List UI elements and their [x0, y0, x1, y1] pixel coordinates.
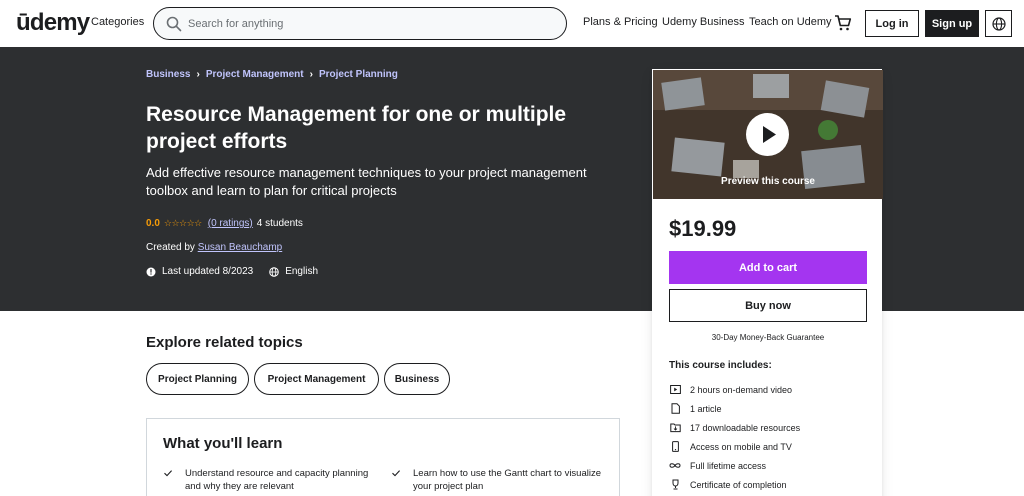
search-icon[interactable]: [166, 16, 182, 32]
rating-row: 0.0 ☆☆☆☆☆ (0 ratings) 4 students: [146, 218, 303, 229]
money-back-guarantee: 30-Day Money-Back Guarantee: [711, 333, 825, 342]
search-input[interactable]: [188, 16, 548, 32]
course-subtitle: Add effective resource management techni…: [146, 165, 587, 198]
breadcrumb-project-planning[interactable]: Project Planning: [319, 69, 398, 80]
list-item: Full lifetime access: [669, 456, 869, 475]
what-you-learn-box: What you'll learn Understand resource an…: [146, 418, 620, 496]
plans-pricing-link[interactable]: Plans & Pricing: [583, 16, 658, 28]
last-updated: Last updated 8/2023: [162, 266, 254, 277]
globe-icon: [269, 266, 279, 277]
purchase-card: Preview this course $19.99 Add to cart B…: [652, 69, 883, 496]
cart-icon[interactable]: [834, 14, 852, 32]
teach-on-udemy-link[interactable]: Teach on Udemy: [749, 16, 832, 28]
buy-now-button[interactable]: Buy now: [669, 289, 867, 322]
ratings-count-link[interactable]: (0 ratings): [208, 218, 253, 229]
what-you-learn-title: What you'll learn: [163, 435, 283, 452]
students-count: 4 students: [256, 218, 303, 229]
course-title: Resource Management for one or multiple …: [146, 103, 567, 153]
list-item: Certificate of completion: [669, 475, 869, 494]
udemy-logo[interactable]: ūdemy: [16, 9, 90, 37]
rating-value: 0.0: [146, 218, 160, 229]
play-button[interactable]: [746, 113, 789, 156]
breadcrumb-business[interactable]: Business: [146, 69, 190, 80]
explore-topics-title: Explore related topics: [146, 334, 303, 351]
created-by-label: Created by: [146, 242, 195, 253]
star-rating-icon: ☆☆☆☆☆: [163, 218, 202, 228]
alert-badge-icon: [146, 267, 156, 276]
login-button[interactable]: Log in: [865, 10, 919, 37]
topic-project-planning[interactable]: Project Planning: [146, 363, 249, 395]
course-price: $19.99: [669, 216, 737, 241]
course-language: English: [285, 266, 319, 277]
chevron-right-icon: ›: [309, 69, 313, 80]
download-icon: [669, 422, 681, 434]
language-button[interactable]: [985, 10, 1012, 37]
udemy-business-link[interactable]: Udemy Business: [662, 16, 745, 28]
chevron-right-icon: ›: [196, 69, 200, 80]
includes-title: This course includes:: [669, 360, 772, 371]
top-header: ūdemy Categories Plans & Pricing Udemy B…: [0, 0, 1024, 47]
trophy-icon: [669, 479, 681, 491]
check-icon: [392, 470, 401, 477]
topic-business[interactable]: Business: [384, 363, 450, 395]
add-to-cart-button[interactable]: Add to cart: [669, 251, 867, 284]
course-meta-row: Last updated 8/2023 English: [146, 266, 318, 277]
learn-item: Understand resource and capacity plannin…: [163, 467, 373, 493]
learn-item: Learn how to use the Gantt chart to visu…: [391, 467, 601, 493]
created-by-row: Created by Susan Beauchamp: [146, 242, 282, 253]
breadcrumb: Business › Project Management › Project …: [146, 69, 398, 80]
list-item: 2 hours on-demand video: [669, 380, 869, 399]
instructor-link[interactable]: Susan Beauchamp: [198, 242, 283, 253]
includes-list: 2 hours on-demand video 1 article 17 dow…: [669, 380, 869, 494]
mobile-icon: [669, 441, 681, 453]
infinity-icon: [669, 460, 681, 472]
check-icon: [164, 470, 173, 477]
categories-menu[interactable]: Categories: [91, 16, 144, 28]
play-icon: [763, 126, 776, 143]
topic-project-management[interactable]: Project Management: [254, 363, 379, 395]
list-item: 17 downloadable resources: [669, 418, 869, 437]
breadcrumb-project-management[interactable]: Project Management: [206, 69, 304, 80]
list-item: 1 article: [669, 399, 869, 418]
list-item: Access on mobile and TV: [669, 437, 869, 456]
signup-button[interactable]: Sign up: [925, 10, 979, 37]
article-icon: [669, 403, 681, 415]
video-icon: [669, 384, 681, 396]
search-bar: [153, 7, 567, 40]
course-preview-video[interactable]: Preview this course: [653, 70, 883, 199]
preview-label: Preview this course: [721, 176, 815, 187]
globe-icon: [991, 16, 1006, 31]
